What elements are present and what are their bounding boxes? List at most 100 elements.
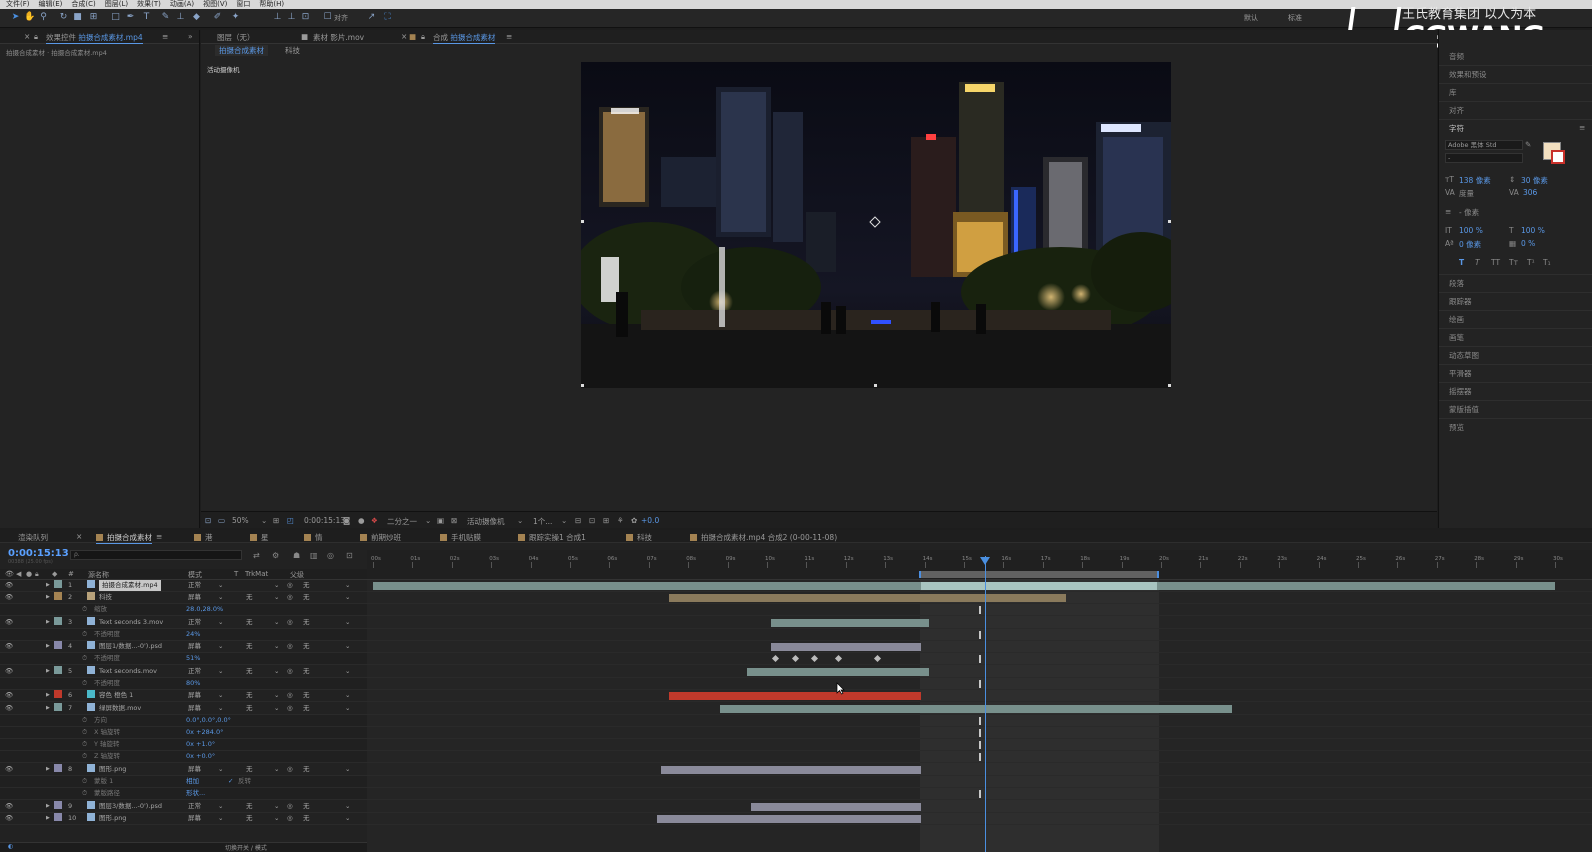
viewer-subtab-2[interactable]: 科技 [285, 45, 300, 56]
blend-mode-dropdown-icon[interactable]: ⌄ [218, 580, 223, 591]
blend-mode-select[interactable]: 屏幕 [188, 592, 201, 603]
views-select[interactable]: 1个... [533, 516, 552, 527]
property-value[interactable]: 0.0°,0.0°,0.0° [186, 715, 231, 726]
timeline-tab-9[interactable]: 拍摄合成素材.mp4 合成2 (0-00-11-08) [690, 532, 837, 543]
render-time-icon[interactable]: ◐ [8, 843, 13, 850]
keyframe-diamond[interactable] [874, 654, 882, 663]
lock-icon[interactable]: 🔒︎ [34, 32, 38, 42]
panel-character[interactable]: 字符 [1449, 123, 1464, 134]
trkmat-dropdown-icon[interactable]: ⌄ [274, 764, 279, 775]
flowchart-icon[interactable]: ⚘ [617, 516, 624, 525]
property-value[interactable]: 80% [186, 678, 200, 689]
trkmat-select[interactable]: 无 [246, 813, 253, 824]
layer-property-row[interactable]: ⏱ Z 轴旋转 0x +0.0° [0, 751, 367, 763]
snapshot-icon[interactable]: ◙ [343, 516, 350, 525]
parent-select[interactable]: 无 [303, 666, 310, 677]
parent-select[interactable]: 无 [303, 580, 310, 591]
parent-pickwhip-icon[interactable]: ◎ [287, 801, 293, 812]
parent-dropdown-icon[interactable]: ⌄ [345, 666, 350, 677]
stopwatch-icon[interactable]: ⏱ [82, 715, 87, 726]
blend-mode-dropdown-icon[interactable]: ⌄ [218, 703, 223, 714]
leading-value[interactable]: 30 像素 [1521, 175, 1548, 186]
parent-dropdown-icon[interactable]: ⌄ [345, 703, 350, 714]
panel-menu-icon[interactable]: ≡ [156, 532, 162, 541]
trkmat-select[interactable]: 无 [246, 617, 253, 628]
lock-icon[interactable]: 🔒︎ [421, 32, 425, 42]
panel-menu-icon[interactable]: ≡ [1579, 123, 1585, 132]
parent-dropdown-icon[interactable]: ⌄ [345, 580, 350, 591]
layer-duration-bar[interactable] [719, 705, 1232, 713]
keyframe-marker[interactable] [978, 655, 981, 663]
parent-select[interactable]: 无 [303, 690, 310, 701]
blend-mode-dropdown-icon[interactable]: ⌄ [218, 801, 223, 812]
trkmat-dropdown-icon[interactable]: ⌄ [274, 641, 279, 652]
timeline-tab-4[interactable]: 情 [304, 532, 323, 543]
panel-menu-icon[interactable]: ≡ [506, 32, 512, 41]
playhead-handle[interactable] [980, 557, 990, 565]
layer-property-row[interactable]: ⏱ X 轴旋转 0x +284.0° [0, 727, 367, 739]
zoom-dropdown-icon[interactable]: ⌄ [261, 516, 267, 525]
layer-duration-bar[interactable] [668, 692, 921, 700]
trkmat-select[interactable]: 无 [246, 641, 253, 652]
property-value[interactable]: 28.0,28.0% [186, 604, 223, 615]
expand-arrow-icon[interactable]: ▶ [46, 592, 50, 603]
layer-name[interactable]: 图形.png [99, 764, 126, 775]
views-dropdown-icon[interactable]: ⌄ [561, 516, 567, 525]
visibility-toggle-icon[interactable]: 👁︎ [5, 592, 13, 603]
tsume-value[interactable]: 0 % [1521, 239, 1535, 248]
parent-pickwhip-icon[interactable]: ◎ [287, 764, 293, 775]
small-caps-button[interactable]: Tт [1509, 258, 1518, 267]
parent-pickwhip-icon[interactable]: ◎ [287, 580, 293, 591]
layer-name[interactable]: 图层1/数据...-0').psd [99, 641, 162, 652]
vertical-scale-value[interactable]: 100 % [1459, 226, 1483, 235]
parent-pickwhip-icon[interactable]: ◎ [287, 666, 293, 677]
roto-brush-tool-icon[interactable]: ✐ [212, 12, 223, 23]
layer-name[interactable]: Text seconds 3.mov [99, 617, 163, 628]
panel-libraries[interactable]: 库 [1449, 87, 1457, 98]
trkmat-select[interactable]: 无 [246, 801, 253, 812]
panel-align[interactable]: 对齐 [1449, 105, 1464, 116]
zoom-tool-icon[interactable]: ⚲ [38, 12, 49, 23]
timeline-tab-7[interactable]: 跟踪实操1 合成1 [518, 532, 586, 543]
camera-dropdown-icon[interactable]: ⌄ [517, 516, 523, 525]
expand-arrow-icon[interactable]: ▶ [46, 764, 50, 775]
layer-name[interactable]: 图层3/数据...-0').psd [99, 801, 162, 812]
visibility-toggle-icon[interactable]: 👁︎ [5, 690, 13, 701]
blend-mode-dropdown-icon[interactable]: ⌄ [218, 813, 223, 824]
timeline-tab-0[interactable]: 渲染队列 [18, 532, 48, 543]
blend-mode-dropdown-icon[interactable]: ⌄ [218, 764, 223, 775]
layer-name[interactable]: Text seconds.mov [99, 666, 157, 677]
color-channel-icon[interactable]: ❖ [371, 516, 378, 525]
font-size-value[interactable]: 138 像素 [1459, 175, 1491, 186]
layer-property-row[interactable]: ⏱ 不透明度 24% [0, 629, 367, 641]
snap-icon[interactable]: ↗ [366, 12, 377, 23]
all-caps-button[interactable]: TT [1491, 258, 1500, 267]
faux-bold-button[interactable]: T [1459, 258, 1464, 267]
frame-blending-icon[interactable]: ▥ [310, 551, 318, 560]
layer-name[interactable]: 科技 [99, 592, 112, 603]
stopwatch-icon[interactable]: ⏱ [82, 788, 87, 799]
stroke-width-value[interactable]: - 像素 [1459, 207, 1479, 218]
stopwatch-icon[interactable]: ⏱ [82, 739, 87, 750]
resolution-dropdown-icon[interactable]: ⌄ [425, 516, 431, 525]
eyedropper-icon[interactable]: ✎ [1525, 140, 1531, 149]
font-family-select[interactable]: Adobe 黑体 Std [1445, 140, 1523, 150]
keyframe-diamond[interactable] [791, 654, 799, 663]
label-color-swatch[interactable] [54, 690, 62, 698]
safe-margins-icon[interactable]: ⊞ [273, 516, 279, 525]
stopwatch-icon[interactable]: ⏱ [82, 629, 87, 640]
layer-name[interactable]: 图形.png [99, 813, 126, 824]
panel-audio[interactable]: 音频 [1449, 51, 1464, 62]
visibility-toggle-icon[interactable]: 👁︎ [5, 813, 13, 824]
visibility-toggle-icon[interactable]: 👁︎ [5, 666, 13, 677]
panel-paragraph[interactable]: 段落 [1449, 278, 1464, 289]
view-options-icon[interactable]: ⊟ [575, 516, 581, 525]
menu-item-5[interactable]: 动画(A) [170, 0, 194, 9]
hand-tool-icon[interactable]: ✋ [24, 12, 35, 23]
tab-footage[interactable]: 素材 影片.mov [313, 32, 364, 43]
layer-row[interactable]: 👁︎ ▶ 9 图层3/数据...-0').psd 正常 ⌄ 无 ⌄ ◎ 无 ⌄ [0, 801, 367, 813]
menu-item-2[interactable]: 合成(C) [71, 0, 95, 9]
timeline-tab-6[interactable]: 手机贴膜 [440, 532, 481, 543]
align-checkbox-icon[interactable]: ☐ [322, 12, 333, 23]
keyframe-marker[interactable] [978, 741, 981, 749]
